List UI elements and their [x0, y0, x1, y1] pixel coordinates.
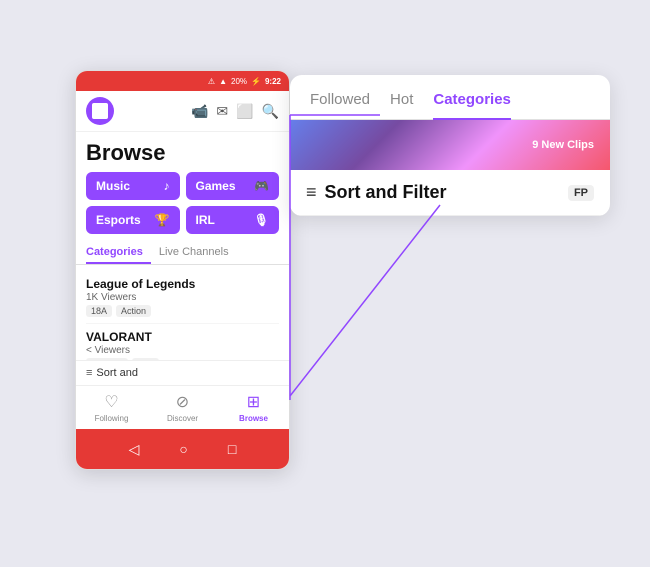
irl-label: IRL: [196, 213, 215, 227]
expanded-panel: Followed Hot Categories 9 New Clips ≡ So…: [290, 75, 610, 216]
tag-action: Action: [116, 305, 151, 317]
fp-badge: FP: [568, 185, 594, 201]
alert-icon: ⚠: [208, 77, 215, 86]
game-viewers-valorant: < Viewers: [86, 345, 279, 356]
discover-icon: ⊘: [176, 392, 189, 412]
game-item-lol[interactable]: League of Legends 1K Viewers 18A Action: [86, 271, 279, 324]
esports-icon: 🏆: [155, 213, 170, 227]
sort-filter-expanded-row[interactable]: ≡ Sort and Filter FP: [290, 170, 610, 216]
irl-category-button[interactable]: IRL 🎙: [186, 206, 280, 234]
sort-icon: ≡: [86, 367, 92, 379]
browse-title: Browse: [76, 132, 289, 172]
nav-following[interactable]: ♡ Following: [76, 392, 147, 423]
sub-tabs-bar: Categories Live Channels: [76, 242, 289, 265]
app-logo[interactable]: [86, 97, 114, 125]
logo-mark: [92, 103, 108, 119]
game-name-valorant: VALORANT: [86, 330, 279, 344]
tab-live-channels[interactable]: Live Channels: [151, 242, 237, 264]
panel-tab-followed[interactable]: Followed: [310, 91, 370, 119]
video-icon[interactable]: 📹: [191, 103, 208, 120]
discover-label: Discover: [167, 414, 198, 423]
status-bar: ⚠ ▲ 20% ⚡ 9:22: [76, 71, 289, 91]
recents-button[interactable]: □: [228, 441, 236, 457]
search-icon[interactable]: 🔍: [262, 103, 279, 120]
nav-browse[interactable]: ⊞ Browse: [218, 392, 289, 423]
sort-filter-bar[interactable]: ≡ Sort and: [76, 360, 289, 385]
game-viewers-lol: 1K Viewers: [86, 292, 279, 303]
irl-icon: 🎙: [254, 213, 269, 227]
header-icons-group: 📹 ✉ ⬜ 🔍: [191, 103, 279, 120]
wifi-icon: ▲: [219, 77, 227, 86]
esports-label: Esports: [96, 213, 141, 227]
screen-icon[interactable]: ⬜: [236, 103, 253, 120]
sort-filter-expanded-label: Sort and Filter: [325, 182, 447, 203]
panel-tab-hot[interactable]: Hot: [390, 91, 413, 119]
panel-tab-categories[interactable]: Categories: [433, 91, 511, 120]
status-time: 9:22: [265, 77, 281, 86]
esports-category-button[interactable]: Esports 🏆: [86, 206, 180, 234]
game-name-lol: League of Legends: [86, 277, 279, 291]
back-button[interactable]: ◁: [129, 441, 140, 458]
games-category-button[interactable]: Games 🎮: [186, 172, 280, 200]
home-button[interactable]: ○: [179, 441, 187, 457]
music-icon: ♪: [164, 179, 170, 193]
browse-icon: ⊞: [247, 392, 260, 412]
tab-categories[interactable]: Categories: [86, 242, 151, 264]
following-icon: ♡: [104, 392, 118, 412]
tag-18a: 18A: [86, 305, 112, 317]
mail-icon[interactable]: ✉: [216, 103, 228, 120]
app-header: 📹 ✉ ⬜ 🔍: [76, 91, 289, 132]
battery-indicator: 20%: [231, 77, 247, 86]
image-strip: 9 New Clips: [290, 120, 610, 170]
status-separator: ⚡: [251, 77, 261, 86]
music-label: Music: [96, 179, 130, 193]
category-buttons-grid: Music ♪ Games 🎮 Esports 🏆 IRL 🎙: [76, 172, 289, 234]
sort-filter-icon: ≡: [306, 182, 317, 203]
phone-frame: ⚠ ▲ 20% ⚡ 9:22 📹 ✉ ⬜ 🔍 Browse Music ♪ Ga…: [75, 70, 290, 470]
browse-label: Browse: [239, 414, 268, 423]
new-clips-badge: 9 New Clips: [532, 139, 594, 151]
games-label: Games: [196, 179, 236, 193]
games-icon: 🎮: [254, 179, 269, 193]
android-navigation-bar: ◁ ○ □: [76, 429, 289, 469]
sort-bar-label: Sort and: [96, 367, 138, 379]
bottom-nav-bar: ♡ Following ⊘ Discover ⊞ Browse: [76, 385, 289, 429]
panel-tabs-bar: Followed Hot Categories: [290, 75, 610, 120]
following-label: Following: [95, 414, 129, 423]
nav-discover[interactable]: ⊘ Discover: [147, 392, 218, 423]
game-tags-lol: 18A Action: [86, 305, 279, 317]
music-category-button[interactable]: Music ♪: [86, 172, 180, 200]
